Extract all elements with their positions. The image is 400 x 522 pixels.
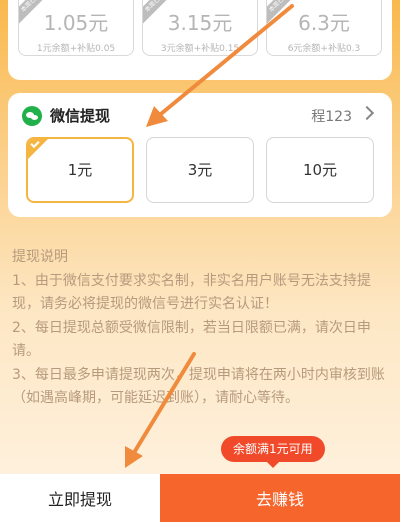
option-amount: 6.3元: [298, 11, 350, 35]
top-option-2[interactable]: 本周已领 3.15元 3元余额+补贴0.15: [142, 0, 258, 56]
withdraw-now-button[interactable]: 立即提现: [0, 474, 160, 522]
top-option-3[interactable]: 本周已领 6.3元 6元余额+补贴0.3: [266, 0, 382, 56]
top-option-1[interactable]: 本周已领 1.05元 1元余额+补贴0.05: [18, 0, 134, 56]
instruction-item: 1、由于微信支付要求实名制，非实名用户账号无法支持提现，请务必将提现的微信号进行…: [12, 272, 371, 313]
option-amount: 3.15元: [167, 11, 233, 35]
instruction-item: 3、每日最多申请提现两次，提现申请将在两小时内审核到账（如遇高峰期，可能延迟到账…: [12, 366, 385, 407]
balance-tip-bubble: 余额满1元可用: [221, 436, 325, 468]
amount-option-2[interactable]: 3元: [146, 137, 254, 203]
amount-option-1[interactable]: 1元: [26, 137, 134, 203]
wechat-account[interactable]: 程123: [311, 106, 352, 126]
instruction-item: 2、每日提现总额受微信限制，若当日限额已满，请次日申请。: [12, 319, 371, 360]
amount-label: 3元: [187, 161, 213, 179]
option-subtitle: 1元余额+补贴0.05: [36, 44, 116, 54]
top-withdraw-card: 本周已领 1.05元 1元余额+补贴0.05 本周已领 3.15元 3元余额+补…: [8, 0, 392, 80]
amount-option-3[interactable]: 10元: [266, 137, 374, 203]
chevron-right-icon[interactable]: [359, 105, 375, 121]
withdraw-instructions: 提现说明 1、由于微信支付要求实名制，非实名用户账号无法支持提现，请务必将提现的…: [12, 246, 390, 411]
amount-label: 1元: [67, 161, 93, 179]
option-subtitle: 3元余额+补贴0.15: [160, 44, 240, 54]
wechat-icon: [22, 106, 42, 126]
wechat-title: 微信提现: [50, 107, 111, 125]
amount-label: 10元: [302, 161, 338, 179]
option-subtitle: 6元余额+补贴0.3: [287, 44, 361, 54]
go-earn-button[interactable]: 去赚钱: [160, 474, 400, 522]
wechat-withdraw-card: 微信提现 程123 1元 3元 10元: [8, 93, 392, 217]
option-amount: 1.05元: [43, 11, 109, 35]
instructions-heading: 提现说明: [12, 249, 68, 265]
